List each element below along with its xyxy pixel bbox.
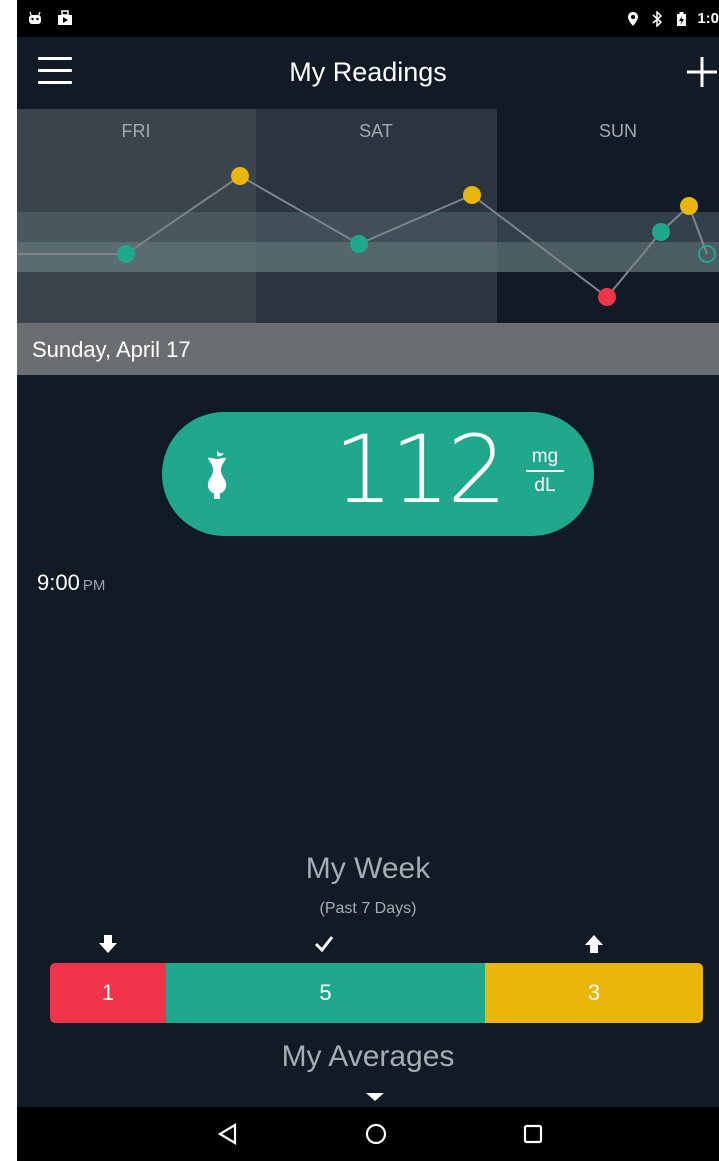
status-time: 1:0 — [697, 10, 719, 27]
apple-core-icon — [207, 450, 227, 499]
location-icon — [628, 11, 639, 26]
reading-unit: mg dL — [526, 446, 564, 497]
reading-time-ampm: PM — [82, 577, 106, 594]
expand-caret-icon[interactable] — [366, 1093, 384, 1101]
status-bar: 1:0 — [17, 0, 719, 37]
reading-time: 9:00 PM — [37, 570, 105, 596]
page-title: My Readings — [289, 57, 447, 87]
reading-time-value: 9:00 — [37, 570, 80, 595]
reading-point[interactable] — [598, 288, 616, 306]
reading-point[interactable] — [652, 223, 670, 241]
reading-value: 112 — [333, 416, 507, 525]
reading-point[interactable] — [117, 245, 135, 263]
battery-icon — [677, 11, 687, 26]
arrow-down-icon — [99, 935, 117, 953]
navigation-bar — [17, 1107, 719, 1161]
my-week-subtitle: (Past 7 Days) — [319, 900, 417, 917]
in-range-readings-count[interactable]: 5 — [166, 963, 485, 1023]
android-icon — [29, 11, 41, 24]
low-readings-count[interactable]: 1 — [50, 963, 166, 1023]
date-bar: Sunday, April 17 — [17, 323, 719, 375]
selected-date: Sunday, April 17 — [32, 337, 191, 362]
unit-denominator: dL — [534, 475, 556, 496]
app-bar: My Readings — [17, 37, 719, 109]
readings-chart[interactable]: FRI SAT SUN — [17, 109, 719, 323]
bluetooth-icon — [652, 10, 663, 27]
recents-icon[interactable] — [520, 1121, 546, 1147]
my-averages-title[interactable]: My Averages — [17, 1040, 719, 1074]
reading-card[interactable]: 112 mg dL — [162, 412, 594, 536]
my-week-title: My Week — [305, 852, 431, 885]
day-label-sun: SUN — [599, 121, 637, 141]
add-icon[interactable] — [685, 55, 719, 89]
media-icon — [58, 10, 72, 25]
high-readings-count[interactable]: 3 — [485, 963, 703, 1023]
reading-point[interactable] — [680, 197, 698, 215]
unit-numerator: mg — [526, 446, 564, 472]
checkmark-icon — [314, 936, 334, 953]
reading-point[interactable] — [231, 167, 249, 185]
reading-point[interactable] — [463, 186, 481, 204]
day-label-fri: FRI — [122, 121, 151, 141]
back-icon[interactable] — [215, 1121, 241, 1147]
home-icon[interactable] — [363, 1121, 389, 1147]
reading-point[interactable] — [350, 235, 368, 253]
arrow-up-icon — [585, 935, 603, 953]
week-summary-bar: 1 5 3 — [50, 963, 703, 1023]
day-label-sat: SAT — [359, 121, 393, 141]
app-screen: 1:0 My Readings FRI SAT SUN Sunday, Apri… — [17, 0, 719, 1161]
